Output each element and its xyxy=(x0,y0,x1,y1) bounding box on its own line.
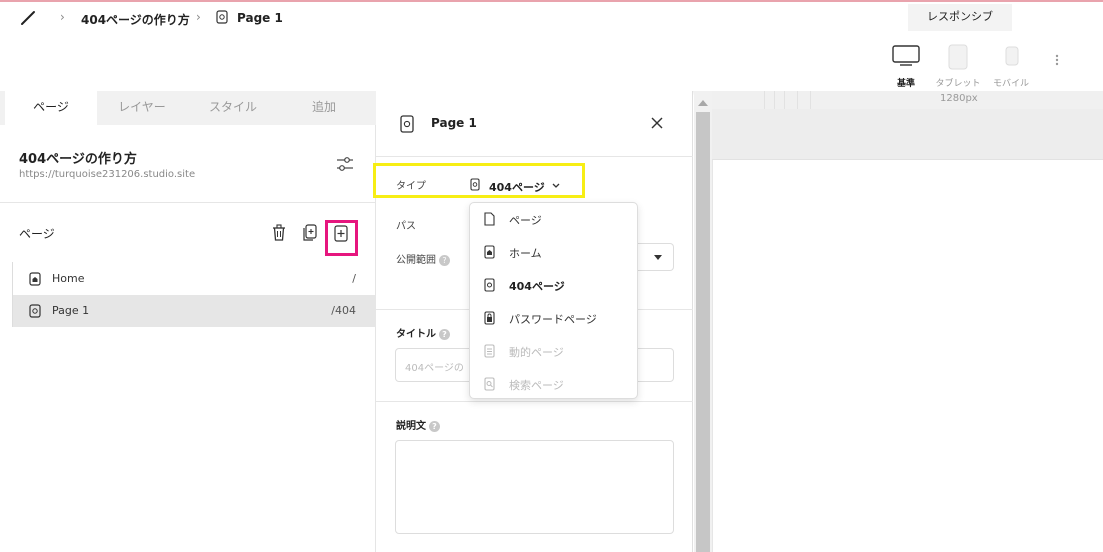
ruler-tick xyxy=(797,91,798,109)
pen-logo-icon[interactable] xyxy=(20,10,36,26)
visibility-label: 公開範囲? xyxy=(396,251,450,266)
help-icon[interactable]: ? xyxy=(439,328,450,340)
title-input-placeholder: 404ページの xyxy=(405,363,464,374)
menu-item-404[interactable]: 404ページ xyxy=(470,269,637,302)
chevron-right-icon: › xyxy=(60,10,65,24)
chevron-down-icon xyxy=(552,183,560,188)
ruler-tick xyxy=(764,91,765,109)
divider xyxy=(376,156,693,157)
menu-item-home[interactable]: ホーム xyxy=(470,236,637,269)
404-page-icon xyxy=(400,115,414,133)
site-url: https://turquoise231206.studio.site xyxy=(19,169,196,180)
type-label: タイプ xyxy=(396,181,426,192)
settings-sliders-icon[interactable] xyxy=(336,156,354,172)
canvas-page[interactable] xyxy=(712,160,1103,552)
type-value: 404ページ xyxy=(489,181,545,194)
menu-item-password[interactable]: パスワードページ xyxy=(470,302,637,335)
title-label: タイトル? xyxy=(396,325,450,340)
canvas-width-label: 1280px xyxy=(940,93,978,104)
description-label-text: 説明文 xyxy=(396,421,426,432)
password-page-icon xyxy=(484,311,495,325)
trash-icon[interactable] xyxy=(271,224,287,242)
menu-item-label: ページ xyxy=(509,214,542,227)
page-type-menu: ページ ホーム 404ページ パスワードページ 動的ページ 検索ページ xyxy=(469,202,638,399)
title-label-text: タイトル xyxy=(396,329,436,340)
tab-layers[interactable]: レイヤー xyxy=(96,91,188,125)
menu-item-label: 検索ページ xyxy=(509,379,564,392)
home-page-icon xyxy=(484,245,495,259)
canvas-ruler: 1280px xyxy=(712,91,1103,109)
divider xyxy=(376,401,693,402)
ruler-tick xyxy=(784,91,785,109)
tab-pages[interactable]: ページ xyxy=(5,91,97,125)
ruler-tick xyxy=(774,91,775,109)
tab-add[interactable]: 追加 xyxy=(278,91,370,125)
help-icon[interactable]: ? xyxy=(429,420,440,432)
menu-item-label: 404ページ xyxy=(509,280,565,293)
page-name: Page 1 xyxy=(52,304,90,317)
menu-item-search[interactable]: 検索ページ xyxy=(470,368,637,401)
tab-styles[interactable]: スタイル xyxy=(187,91,279,125)
404-page-icon xyxy=(470,178,480,191)
divider xyxy=(0,202,375,203)
device-mobile-label: モバイル xyxy=(992,79,1029,89)
page-path: /404 xyxy=(331,304,356,317)
scroll-up-arrow-icon[interactable] xyxy=(698,99,708,106)
menu-item-dynamic[interactable]: 動的ページ xyxy=(470,335,637,368)
caret-down-icon xyxy=(654,255,662,260)
tablet-icon xyxy=(948,44,968,70)
chevron-right-icon: › xyxy=(196,10,201,24)
path-label: パス xyxy=(396,221,416,232)
top-bar: › 404ページの作り方 › Page 1 レスポンシブ 基準 タブレット モバ… xyxy=(0,0,1103,91)
add-page-icon[interactable] xyxy=(333,225,349,243)
panel-title: Page 1 xyxy=(431,116,477,130)
visibility-label-text: 公開範囲 xyxy=(396,255,436,266)
page-name: Home xyxy=(52,272,85,285)
device-tablet-label: タブレット xyxy=(935,79,981,89)
left-panel-tabs: ページ レイヤー スタイル 追加 xyxy=(0,91,376,125)
canvas-header-strip xyxy=(712,109,1103,160)
ruler-tick xyxy=(810,91,811,109)
404-page-icon xyxy=(484,278,495,292)
menu-item-page[interactable]: ページ xyxy=(470,203,637,236)
breadcrumb-page[interactable]: Page 1 xyxy=(237,11,283,25)
home-page-icon xyxy=(29,272,41,286)
monitor-icon xyxy=(892,45,920,66)
site-name: 404ページの作り方 xyxy=(19,152,137,167)
breadcrumb-project[interactable]: 404ページの作り方 xyxy=(81,11,190,28)
more-vertical-icon[interactable] xyxy=(1054,54,1060,68)
left-panel: ページ レイヤー スタイル 追加 404ページの作り方 https://turq… xyxy=(0,91,376,552)
device-desktop-label: 基準 xyxy=(896,79,915,89)
404-page-icon xyxy=(29,304,41,318)
scrollbar-thumb[interactable] xyxy=(696,112,710,552)
description-textarea[interactable] xyxy=(395,440,674,534)
dynamic-page-icon xyxy=(484,344,495,358)
page-404-icon xyxy=(216,10,228,24)
help-icon[interactable]: ? xyxy=(439,254,450,266)
page-list-item-home[interactable]: Home / xyxy=(12,262,376,295)
search-page-icon xyxy=(484,377,495,391)
visibility-select[interactable] xyxy=(636,243,674,271)
close-icon[interactable] xyxy=(651,117,663,129)
mobile-icon xyxy=(1005,46,1019,66)
responsive-tab[interactable]: レスポンシブ xyxy=(908,4,1012,31)
duplicate-page-icon[interactable] xyxy=(302,224,318,242)
menu-item-label: 動的ページ xyxy=(509,346,564,359)
page-path: / xyxy=(352,272,356,285)
page-icon xyxy=(484,212,495,226)
description-label: 説明文? xyxy=(396,417,440,432)
menu-item-label: パスワードページ xyxy=(509,313,597,326)
page-list-item-page1[interactable]: Page 1 /404 xyxy=(12,295,376,327)
menu-item-label: ホーム xyxy=(509,247,542,260)
pages-section-title: ページ xyxy=(19,227,55,241)
